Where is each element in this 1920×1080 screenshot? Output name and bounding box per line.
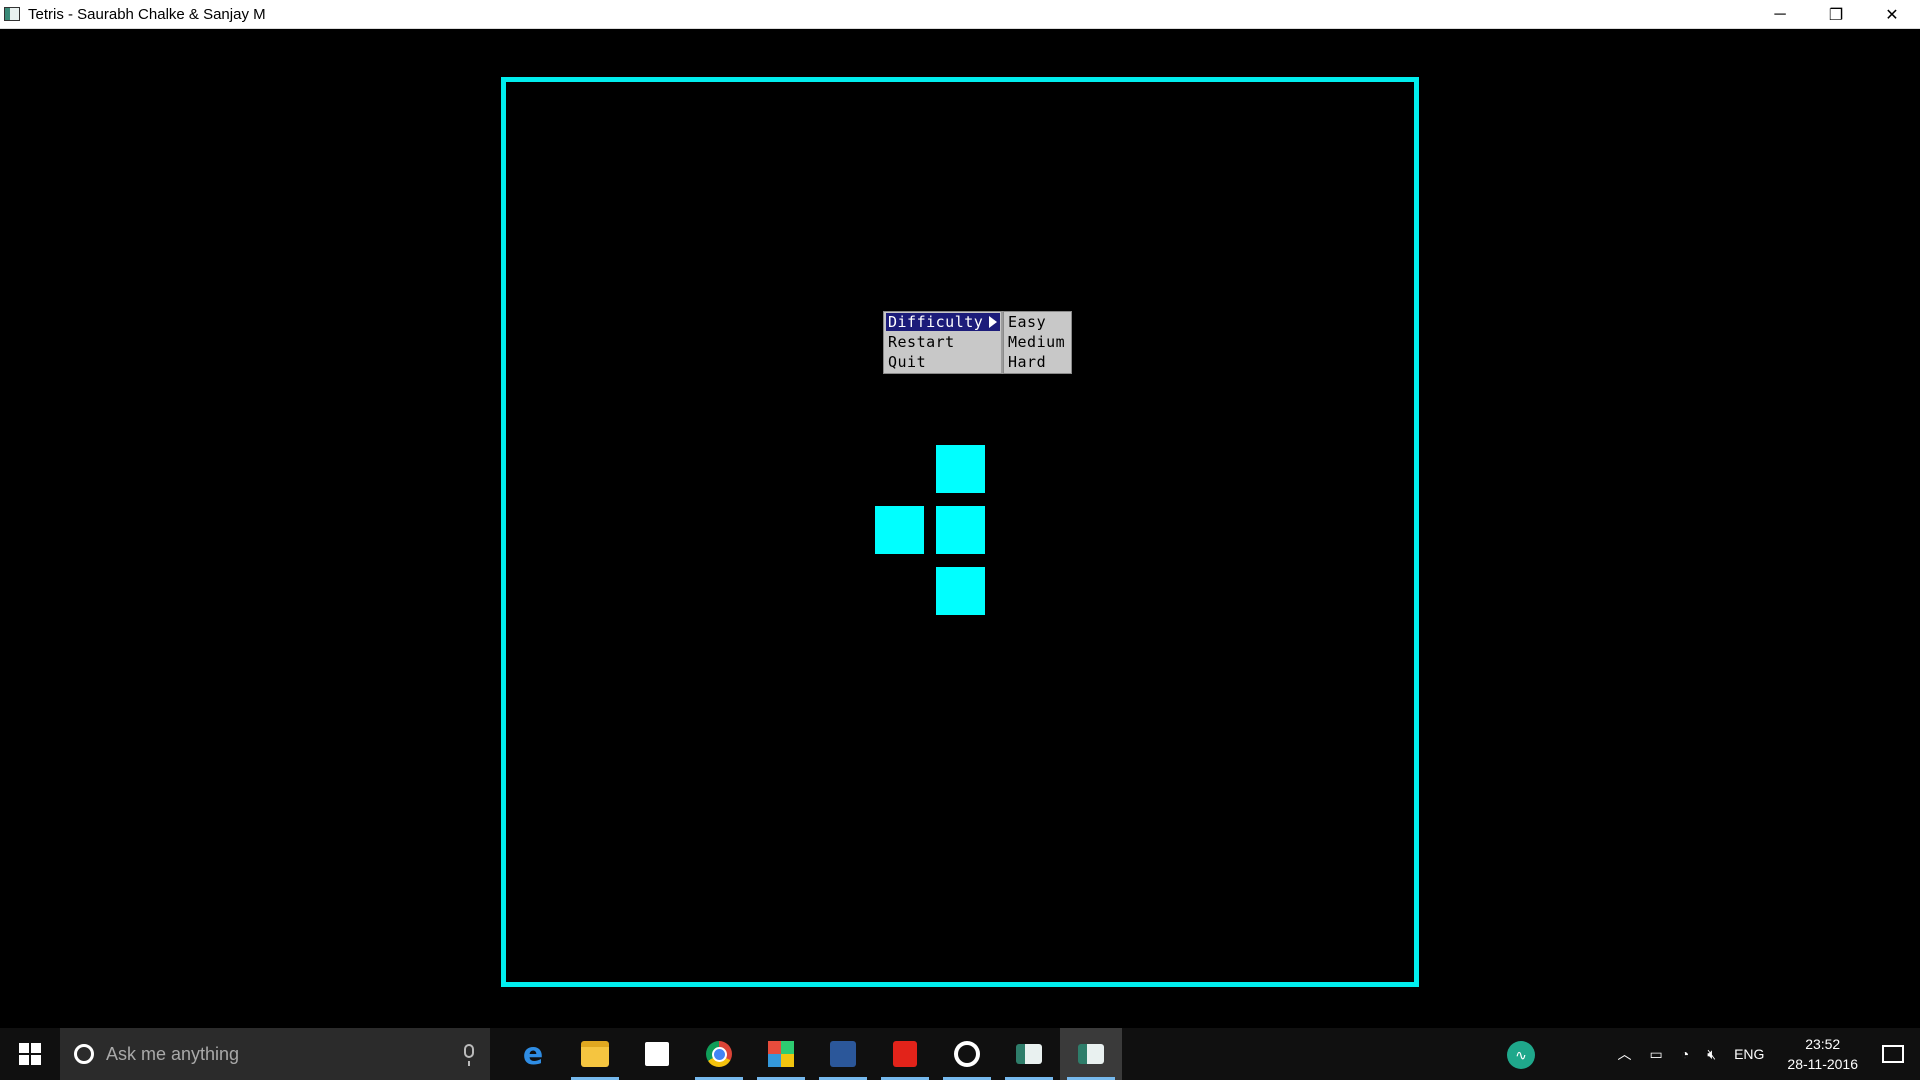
language-indicator[interactable]: ENG (1734, 1046, 1764, 1062)
action-center-icon[interactable] (1882, 1045, 1904, 1063)
tetromino-block (936, 506, 985, 554)
edge-icon[interactable]: e (502, 1028, 564, 1080)
microphone-icon[interactable] (464, 1044, 474, 1066)
tetromino-block (936, 445, 985, 493)
search-box[interactable]: Ask me anything (60, 1028, 490, 1080)
tetromino-block (875, 506, 924, 554)
menu-item-label: Difficulty (888, 313, 984, 331)
clock-date: 28-11-2016 (1787, 1056, 1858, 1072)
minimize-button[interactable]: ─ (1752, 0, 1808, 29)
context-menu: Difficulty Restart Quit (883, 311, 1003, 374)
battery-icon[interactable]: ▭ (1650, 1046, 1663, 1063)
taskbar-apps: e (502, 1028, 1122, 1080)
tetris-icon[interactable] (1060, 1028, 1122, 1080)
close-button[interactable]: ✕ (1864, 0, 1920, 29)
windows-icon (19, 1043, 41, 1065)
wifi-icon[interactable]: ◔ (1681, 1046, 1689, 1062)
window-controls: ─ ❐ ✕ (1752, 0, 1920, 29)
taskbar: Ask me anything e ∿ ︿ ▭ ◔ 🔇︎ ENG 23:52 2… (0, 1028, 1920, 1080)
office-icon[interactable] (750, 1028, 812, 1080)
clock-time: 23:52 (1805, 1036, 1841, 1052)
menu-item-difficulty[interactable]: Difficulty (886, 313, 1000, 331)
submenu-item-medium[interactable]: Medium (1006, 333, 1070, 351)
menu-item-quit[interactable]: Quit (886, 353, 1000, 371)
cortana-icon (74, 1044, 94, 1064)
menu-item-restart[interactable]: Restart (886, 333, 1000, 351)
restore-button[interactable]: ❐ (1808, 0, 1864, 29)
file-explorer-icon[interactable] (564, 1028, 626, 1080)
acrobat-icon[interactable] (874, 1028, 936, 1080)
window-title: Tetris - Saurabh Chalke & Sanjay M (28, 5, 266, 23)
whatsapp-icon[interactable] (936, 1028, 998, 1080)
word-icon[interactable] (812, 1028, 874, 1080)
chrome-icon[interactable] (688, 1028, 750, 1080)
clock[interactable]: 23:52 28-11-2016 (1787, 1034, 1858, 1074)
tetromino-block (936, 567, 985, 615)
search-placeholder: Ask me anything (106, 1043, 240, 1064)
submenu-item-hard[interactable]: Hard (1006, 353, 1070, 371)
app-icon[interactable] (998, 1028, 1060, 1080)
game-canvas[interactable] (0, 29, 1920, 1028)
difficulty-submenu: Easy Medium Hard (1003, 311, 1072, 374)
submenu-item-easy[interactable]: Easy (1006, 313, 1070, 331)
submenu-arrow-icon (989, 316, 997, 328)
store-icon[interactable] (626, 1028, 688, 1080)
app-icon (4, 7, 20, 21)
start-button[interactable] (0, 1028, 60, 1080)
show-hidden-icons-icon[interactable]: ︿ (1618, 1044, 1632, 1064)
activity-monitor-icon[interactable]: ∿ (1507, 1041, 1535, 1069)
system-tray: ︿ ▭ ◔ 🔇︎ ENG 23:52 28-11-2016 (1609, 1028, 1920, 1080)
title-bar: Tetris - Saurabh Chalke & Sanjay M ─ ❐ ✕ (0, 0, 1920, 29)
volume-muted-icon[interactable]: 🔇︎ (1707, 1046, 1716, 1063)
